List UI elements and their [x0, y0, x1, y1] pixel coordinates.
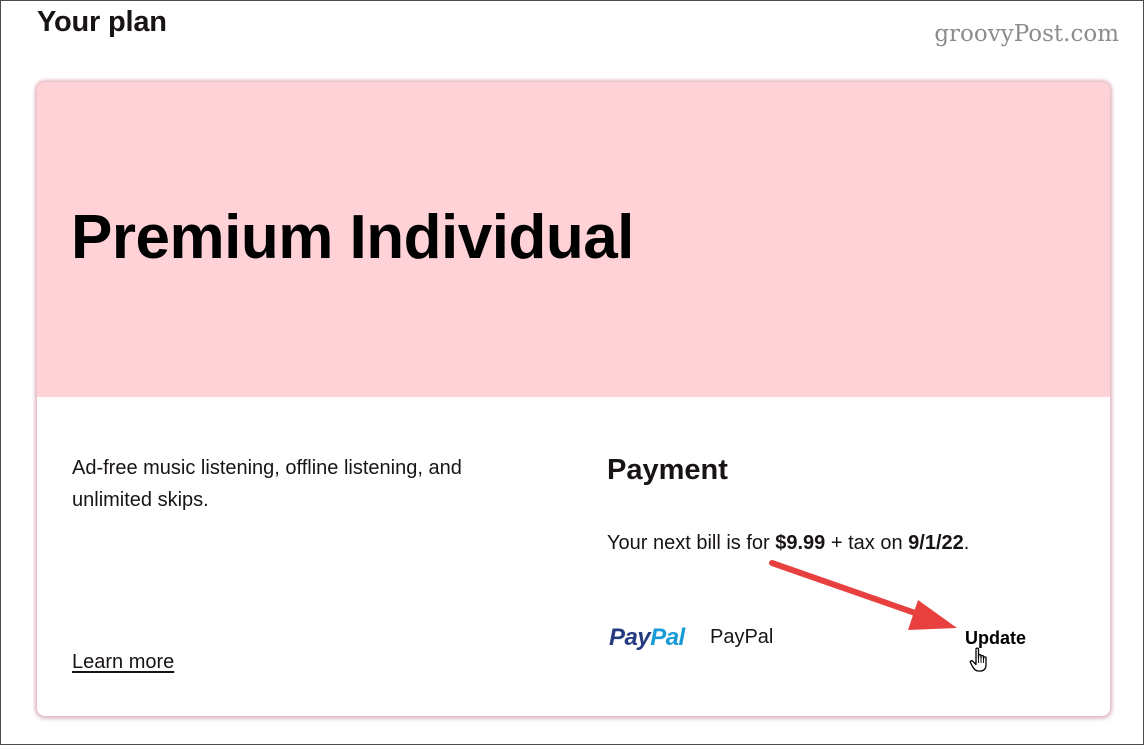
bill-prefix: Your next bill is for [607, 532, 776, 554]
bill-date: 9/1/22 [908, 532, 964, 554]
paypal-logo-part2: Pal [650, 624, 685, 651]
watermark: groovyPost.com [934, 21, 1119, 47]
paypal-logo-part1: Pay [609, 624, 651, 651]
plan-header-banner: Premium Individual [37, 82, 1110, 397]
next-bill-text: Your next bill is for $9.99 + tax on 9/1… [607, 532, 969, 555]
plan-card: Premium Individual Ad-free music listeni… [37, 82, 1110, 716]
payment-heading: Payment [607, 454, 728, 486]
learn-more-link[interactable]: Learn more [72, 651, 174, 674]
bill-middle: + tax on [825, 532, 909, 554]
plan-name: Premium Individual [71, 203, 634, 272]
update-payment-button[interactable]: Update [965, 628, 1026, 649]
bill-suffix: . [963, 532, 970, 554]
bill-amount: $9.99 [775, 532, 826, 554]
plan-description: Ad-free music listening, offline listeni… [72, 457, 462, 511]
payment-method-name: PayPal [710, 626, 774, 648]
paypal-logo: PayPal [609, 624, 685, 652]
page-title: Your plan [37, 6, 167, 38]
